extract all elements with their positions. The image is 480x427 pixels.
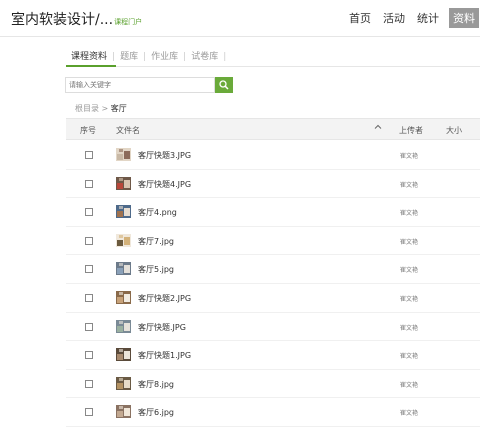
- tab-underline: [66, 65, 480, 67]
- resource-tabs: 课程资料 | 题库 | 作业库 | 试卷库 |: [71, 49, 231, 62]
- row-checkbox[interactable]: [85, 265, 93, 274]
- tab-course-materials[interactable]: 课程资料: [71, 49, 107, 62]
- breadcrumb-current: 客厅: [110, 104, 127, 113]
- header-uploader: 上传者: [399, 126, 423, 135]
- header-filename[interactable]: 文件名: [116, 125, 140, 136]
- file-name-link[interactable]: 客厅快题.JPG: [138, 322, 186, 333]
- row-checkbox[interactable]: [85, 322, 93, 331]
- file-uploader: 崔文艳: [400, 410, 419, 418]
- file-name-link[interactable]: 客厅快题3.JPG: [138, 150, 191, 161]
- file-name-link[interactable]: 客厅6.jpg: [138, 407, 174, 418]
- course-title[interactable]: 室内软装设计/...课程门户: [11, 9, 142, 29]
- tab-separator: |: [223, 52, 227, 62]
- image-thumbnail-icon: [116, 348, 131, 362]
- file-name-link[interactable]: 客厅8.jpg: [138, 379, 174, 390]
- active-tab-indicator: [66, 65, 116, 67]
- file-uploader: 崔文艳: [400, 324, 419, 332]
- course-portal-link[interactable]: 课程门户: [114, 18, 142, 26]
- file-name-link[interactable]: 客厅快题1.JPG: [138, 350, 191, 361]
- search-icon: [219, 80, 229, 90]
- image-thumbnail-icon: [116, 262, 131, 276]
- search-button[interactable]: [215, 77, 233, 93]
- file-list: 客厅快题3.JPG 崔文艳 客厅快题4.JPG 崔文艳 客厅4.png 崔文艳 客厅7.jp…: [66, 141, 480, 427]
- file-uploader: 崔文艳: [400, 353, 419, 361]
- image-thumbnail-icon: [116, 176, 131, 190]
- table-row[interactable]: 客厅快题2.JPG 崔文艳: [66, 284, 480, 313]
- table-row[interactable]: 客厅快题3.JPG 崔文艳: [66, 141, 480, 170]
- nav-statistics[interactable]: 统计: [417, 10, 439, 26]
- tab-exam-bank[interactable]: 试卷库: [191, 49, 218, 62]
- row-checkbox[interactable]: [85, 408, 93, 417]
- breadcrumb: 根目录 > 客厅: [75, 103, 127, 114]
- image-thumbnail-icon: [116, 205, 131, 219]
- tab-homework-bank[interactable]: 作业库: [151, 49, 178, 62]
- image-thumbnail-icon: [116, 376, 131, 390]
- file-name-link[interactable]: 客厅7.jpg: [138, 236, 174, 247]
- image-thumbnail-icon: [116, 405, 131, 419]
- table-row[interactable]: 客厅8.jpg 崔文艳: [66, 370, 480, 399]
- sort-chevron-icon[interactable]: [374, 123, 382, 133]
- header-index: 序号: [80, 126, 96, 135]
- file-name-link[interactable]: 客厅5.jpg: [138, 264, 174, 275]
- breadcrumb-separator: >: [101, 104, 109, 113]
- top-header: 室内软装设计/...课程门户 首页 活动 统计 资料: [0, 0, 480, 37]
- image-thumbnail-icon: [116, 319, 131, 333]
- file-name-link[interactable]: 客厅4.png: [138, 207, 177, 218]
- table-row[interactable]: 客厅快题1.JPG 崔文艳: [66, 341, 480, 370]
- row-checkbox[interactable]: [85, 293, 93, 302]
- course-title-text[interactable]: 室内软装设计/...: [11, 12, 113, 28]
- file-name-link[interactable]: 客厅快题2.JPG: [138, 293, 191, 304]
- row-checkbox[interactable]: [85, 208, 93, 217]
- row-checkbox[interactable]: [85, 351, 93, 360]
- file-uploader: 崔文艳: [400, 153, 419, 160]
- image-thumbnail-icon: [116, 290, 131, 304]
- tab-separator: |: [183, 52, 187, 62]
- image-thumbnail-icon: [116, 233, 131, 247]
- row-checkbox[interactable]: [85, 379, 93, 388]
- table-row[interactable]: 客厅快题.JPG 崔文艳: [66, 313, 480, 342]
- search-input[interactable]: [65, 77, 215, 93]
- file-uploader: 崔文艳: [400, 238, 419, 246]
- tab-separator: |: [112, 52, 116, 62]
- file-uploader: 崔文艳: [400, 295, 419, 303]
- breadcrumb-root[interactable]: 根目录: [75, 104, 99, 113]
- header-size: 大小: [446, 126, 462, 135]
- row-checkbox[interactable]: [85, 179, 93, 188]
- file-name-link[interactable]: 客厅快题4.JPG: [138, 179, 191, 190]
- table-row[interactable]: 客厅6.jpg 崔文艳: [66, 398, 480, 427]
- file-uploader: 崔文艳: [400, 181, 419, 189]
- image-thumbnail-icon: [116, 148, 131, 161]
- tab-question-bank[interactable]: 题库: [120, 49, 138, 62]
- file-uploader: 崔文艳: [400, 381, 419, 389]
- tab-separator: |: [143, 52, 147, 62]
- nav-materials[interactable]: 资料: [449, 8, 479, 28]
- table-row[interactable]: 客厅5.jpg 崔文艳: [66, 255, 480, 284]
- file-uploader: 崔文艳: [400, 267, 419, 275]
- file-uploader: 崔文艳: [400, 210, 419, 218]
- nav-activity[interactable]: 活动: [383, 10, 405, 26]
- row-checkbox[interactable]: [85, 151, 93, 159]
- nav-home[interactable]: 首页: [349, 10, 371, 26]
- table-row[interactable]: 客厅快题4.JPG 崔文艳: [66, 170, 480, 199]
- table-header: 序号 文件名 上传者 大小: [66, 118, 480, 140]
- row-checkbox[interactable]: [85, 236, 93, 245]
- table-row[interactable]: 客厅4.png 崔文艳: [66, 198, 480, 227]
- table-row[interactable]: 客厅7.jpg 崔文艳: [66, 227, 480, 256]
